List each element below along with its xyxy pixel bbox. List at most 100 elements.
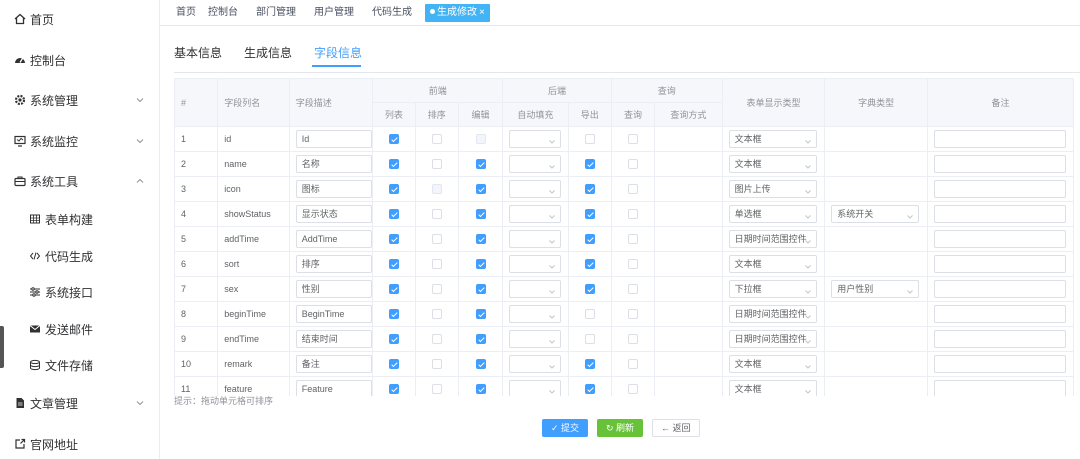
- export-checkbox[interactable]: [584, 184, 595, 195]
- query-checkbox[interactable]: [628, 209, 639, 220]
- dict-type-select[interactable]: 用户性别: [831, 280, 920, 298]
- remark-input[interactable]: [933, 205, 1066, 223]
- sidebar-item-7[interactable]: 系统接口: [0, 277, 160, 307]
- sort-checkbox[interactable]: [431, 159, 442, 170]
- edit-checkbox[interactable]: [475, 209, 486, 220]
- list-checkbox[interactable]: [388, 134, 399, 145]
- edit-checkbox[interactable]: [475, 359, 486, 370]
- column-desc-input[interactable]: 备注: [295, 355, 372, 373]
- query-checkbox[interactable]: [628, 159, 639, 170]
- list-checkbox[interactable]: [388, 259, 399, 270]
- sidebar-item-8[interactable]: 发送邮件: [0, 314, 160, 344]
- tab-basic-info[interactable]: 基本信息: [174, 44, 222, 61]
- dict-type-select[interactable]: 系统开关: [831, 205, 920, 223]
- column-desc-input[interactable]: 图标: [295, 180, 372, 198]
- table-row[interactable]: 11 feature Feature 文本框: [174, 376, 1074, 396]
- sidebar-item-10[interactable]: 文章管理: [0, 388, 160, 418]
- column-desc-input[interactable]: 显示状态: [295, 205, 372, 223]
- sidebar-item-5[interactable]: 表单构建: [0, 204, 160, 234]
- submit-button[interactable]: ✓ 提交: [542, 419, 589, 437]
- remark-input[interactable]: [933, 230, 1066, 248]
- list-checkbox[interactable]: [388, 284, 399, 295]
- list-checkbox[interactable]: [388, 234, 399, 245]
- form-type-select[interactable]: 单选框: [728, 205, 817, 223]
- autofill-select[interactable]: [509, 355, 562, 373]
- query-checkbox[interactable]: [628, 234, 639, 245]
- sort-checkbox[interactable]: [431, 359, 442, 370]
- sidebar-item-9[interactable]: 文件存储: [0, 350, 160, 380]
- tab-generate-info[interactable]: 生成信息: [244, 44, 292, 61]
- table-row[interactable]: 8 beginTime BeginTime 日期时间范围控件: [174, 301, 1074, 327]
- remark-input[interactable]: [933, 330, 1066, 348]
- list-checkbox[interactable]: [388, 209, 399, 220]
- autofill-select[interactable]: [509, 180, 562, 198]
- export-checkbox[interactable]: [584, 134, 595, 145]
- sort-checkbox[interactable]: [431, 234, 442, 245]
- export-checkbox[interactable]: [584, 234, 595, 245]
- export-checkbox[interactable]: [584, 209, 595, 220]
- export-checkbox[interactable]: [584, 159, 595, 170]
- tag-3[interactable]: 用户管理: [309, 4, 359, 22]
- remark-input[interactable]: [933, 255, 1066, 273]
- edit-checkbox[interactable]: [475, 334, 486, 345]
- form-type-select[interactable]: 文本框: [728, 355, 817, 373]
- sort-checkbox[interactable]: [431, 334, 442, 345]
- query-checkbox[interactable]: [628, 359, 639, 370]
- remark-input[interactable]: [933, 380, 1066, 396]
- form-type-select[interactable]: 图片上传: [728, 180, 817, 198]
- autofill-select[interactable]: [509, 330, 562, 348]
- export-checkbox[interactable]: [584, 384, 595, 395]
- table-row[interactable]: 6 sort 排序 文本框: [174, 251, 1074, 277]
- remark-input[interactable]: [933, 355, 1066, 373]
- list-checkbox[interactable]: [388, 184, 399, 195]
- list-checkbox[interactable]: [388, 309, 399, 320]
- back-button[interactable]: ← 返回: [652, 419, 700, 437]
- tag-4[interactable]: 代码生成: [367, 4, 417, 22]
- edit-checkbox[interactable]: [475, 309, 486, 320]
- tag-0[interactable]: 首页: [171, 4, 201, 22]
- sort-checkbox[interactable]: [431, 259, 442, 270]
- autofill-select[interactable]: [509, 380, 562, 396]
- query-checkbox[interactable]: [628, 134, 639, 145]
- export-checkbox[interactable]: [584, 284, 595, 295]
- sidebar-item-11[interactable]: 官网地址: [0, 429, 160, 459]
- sort-checkbox[interactable]: [431, 309, 442, 320]
- remark-input[interactable]: [933, 180, 1066, 198]
- table-row[interactable]: 7 sex 性别 下拉框 用户性别: [174, 276, 1074, 302]
- table-row[interactable]: 4 showStatus 显示状态 单选框 系统开关: [174, 201, 1074, 227]
- export-checkbox[interactable]: [584, 309, 595, 320]
- table-row[interactable]: 3 icon 图标 图片上传: [174, 176, 1074, 202]
- query-checkbox[interactable]: [628, 259, 639, 270]
- sidebar-item-2[interactable]: 系统管理: [0, 85, 160, 115]
- table-row[interactable]: 5 addTime AddTime 日期时间范围控件: [174, 226, 1074, 252]
- query-checkbox[interactable]: [628, 309, 639, 320]
- form-type-select[interactable]: 文本框: [728, 380, 817, 396]
- sort-checkbox[interactable]: [431, 384, 442, 395]
- column-desc-input[interactable]: Feature: [295, 380, 372, 396]
- table-row[interactable]: 1 id Id 文本框: [174, 126, 1074, 152]
- form-type-select[interactable]: 文本框: [728, 130, 817, 148]
- list-checkbox[interactable]: [388, 384, 399, 395]
- column-desc-input[interactable]: 名称: [295, 155, 372, 173]
- sidebar-item-0[interactable]: 首页: [0, 4, 160, 34]
- tag-1[interactable]: 控制台: [203, 4, 243, 22]
- sort-checkbox[interactable]: [431, 134, 442, 145]
- form-type-select[interactable]: 日期时间范围控件: [728, 305, 817, 323]
- refresh-button[interactable]: ↻ 刷新: [597, 419, 644, 437]
- sidebar-item-6[interactable]: 代码生成: [0, 241, 160, 271]
- list-checkbox[interactable]: [388, 159, 399, 170]
- sidebar-item-4[interactable]: 系统工具: [0, 166, 160, 196]
- remark-input[interactable]: [933, 280, 1066, 298]
- form-type-select[interactable]: 日期时间范围控件: [728, 330, 817, 348]
- edit-checkbox[interactable]: [475, 159, 486, 170]
- list-checkbox[interactable]: [388, 359, 399, 370]
- remark-input[interactable]: [933, 130, 1066, 148]
- query-checkbox[interactable]: [628, 334, 639, 345]
- column-desc-input[interactable]: AddTime: [295, 230, 372, 248]
- sidebar-item-3[interactable]: 系统监控: [0, 126, 160, 156]
- column-desc-input[interactable]: 性别: [295, 280, 372, 298]
- form-type-select[interactable]: 下拉框: [728, 280, 817, 298]
- table-row[interactable]: 2 name 名称 文本框: [174, 151, 1074, 177]
- autofill-select[interactable]: [509, 305, 562, 323]
- column-desc-input[interactable]: BeginTime: [295, 305, 372, 323]
